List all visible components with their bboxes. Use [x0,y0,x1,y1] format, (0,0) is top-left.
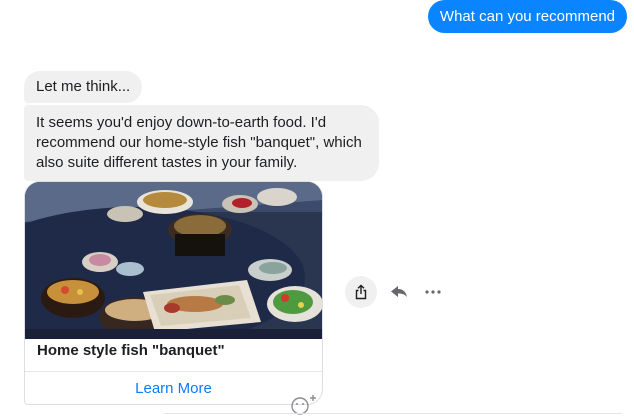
reply-button[interactable] [383,276,415,308]
incoming-message-bubble[interactable]: It seems you'd enjoy down-to-earth food.… [24,105,379,181]
incoming-message-bubble[interactable]: Let me think... [24,71,143,103]
composer-divider [164,413,622,414]
share-icon [355,284,367,300]
food-photo[interactable] [25,182,323,339]
share-button[interactable] [345,276,377,308]
card-title: Home style fish "banquet" [37,342,225,359]
more-icon [425,290,441,294]
reply-icon [391,286,407,297]
outgoing-message-bubble[interactable]: What can you recommend [427,0,627,33]
recommendation-card: Home style fish "banquet" Learn More [24,181,323,405]
learn-more-button[interactable]: Learn More [25,372,322,404]
more-button[interactable] [417,276,449,308]
